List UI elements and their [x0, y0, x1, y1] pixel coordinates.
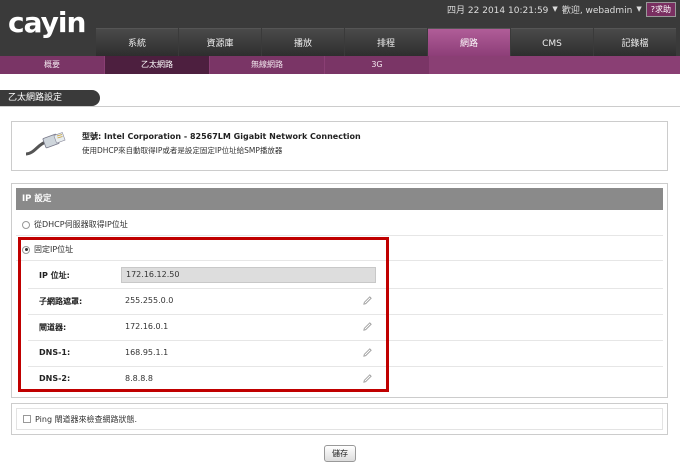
- page-title: 乙太網路設定: [0, 90, 100, 106]
- dns1-label: DNS-1:: [39, 348, 71, 357]
- subtab-ethernet[interactable]: 乙太網路: [105, 56, 209, 74]
- top-header: cayin 四月 22 2014 10:21:59 ▼ 歡迎, webadmin…: [0, 0, 680, 56]
- ip-address-row: IP 位址: 172.16.12.50: [28, 263, 663, 289]
- help-button[interactable]: ?求助: [645, 1, 676, 17]
- pencil-icon[interactable]: [362, 347, 373, 358]
- tab-cms[interactable]: CMS: [511, 28, 593, 56]
- device-info-panel: 型號: Intel Corporation - 82567LM Gigabit …: [11, 121, 668, 171]
- ip-settings-header: IP 設定: [16, 188, 663, 210]
- ping-option-panel: Ping 閘道器來檢查網路狀態.: [11, 403, 668, 435]
- dns2-value: 8.8.8.8: [125, 374, 153, 383]
- ip-address-label: IP 位址:: [39, 271, 70, 280]
- dhcp-option-label: 從DHCP伺服器取得IP位址: [34, 220, 128, 229]
- tab-schedule[interactable]: 排程: [345, 28, 427, 56]
- ethernet-cable-icon: [25, 132, 66, 156]
- top-status-bar: 四月 22 2014 10:21:59 ▼ 歡迎, webadmin ▼ ?求助: [447, 1, 676, 17]
- model-description: 使用DHCP來自動取得IP或者是設定固定IP位址給SMP播放器: [82, 146, 283, 155]
- welcome-user[interactable]: 歡迎, webadmin: [562, 3, 633, 16]
- dns2-label: DNS-2:: [39, 374, 71, 383]
- sub-navigation: 概要 乙太網路 無線網路 3G: [0, 56, 680, 74]
- subnet-mask-label: 子網路遮罩:: [39, 297, 83, 306]
- main-tabs: 系統 資源庫 播放 排程 網路 CMS 記錄檔: [96, 28, 680, 56]
- user-dropdown-icon[interactable]: ▼: [636, 5, 641, 13]
- static-option-row[interactable]: 固定IP位址: [16, 239, 663, 261]
- pencil-icon[interactable]: [362, 321, 373, 332]
- gateway-value: 172.16.0.1: [125, 322, 169, 331]
- title-divider: [0, 106, 680, 107]
- gateway-row: 閘道器: 172.16.0.1: [28, 315, 663, 341]
- model-label: 型號:: [82, 132, 102, 141]
- static-option-label: 固定IP位址: [34, 245, 74, 254]
- datetime-display: 四月 22 2014 10:21:59: [447, 5, 549, 16]
- dhcp-option-row[interactable]: 從DHCP伺服器取得IP位址: [16, 214, 663, 236]
- static-ip-radio[interactable]: [22, 245, 30, 254]
- logo-text: cayin: [8, 6, 86, 39]
- dns2-row: DNS-2: 8.8.8.8: [28, 367, 663, 393]
- pencil-icon[interactable]: [362, 295, 373, 306]
- model-value: Intel Corporation - 82567LM Gigabit Netw…: [104, 132, 361, 141]
- tab-network[interactable]: 網路: [428, 28, 510, 56]
- tab-logs[interactable]: 記錄檔: [594, 28, 676, 56]
- subtab-3g[interactable]: 3G: [325, 56, 429, 74]
- gateway-label: 閘道器:: [39, 323, 67, 332]
- subtab-overview[interactable]: 概要: [0, 56, 104, 74]
- dhcp-radio[interactable]: [22, 220, 30, 229]
- model-info: 型號: Intel Corporation - 82567LM Gigabit …: [82, 131, 361, 142]
- subnet-mask-value: 255.255.0.0: [125, 296, 174, 305]
- ping-option-label: Ping 閘道器來檢查網路狀態.: [35, 414, 138, 424]
- ip-settings-panel: IP 設定 從DHCP伺服器取得IP位址 固定IP位址 IP 位址: 172.1…: [11, 183, 668, 398]
- pencil-icon[interactable]: [362, 373, 373, 384]
- dns1-row: DNS-1: 168.95.1.1: [28, 341, 663, 367]
- tab-system[interactable]: 系統: [96, 28, 178, 56]
- cayin-logo: cayin: [8, 6, 86, 39]
- ping-checkbox[interactable]: [23, 415, 31, 423]
- ping-option-row[interactable]: Ping 閘道器來檢查網路狀態.: [16, 408, 663, 430]
- tab-library[interactable]: 資源庫: [179, 28, 261, 56]
- save-button[interactable]: 儲存: [324, 445, 356, 462]
- tab-playback[interactable]: 播放: [262, 28, 344, 56]
- dns1-value: 168.95.1.1: [125, 348, 169, 357]
- ip-address-input[interactable]: 172.16.12.50: [121, 267, 376, 283]
- subnet-mask-row: 子網路遮罩: 255.255.0.0: [28, 289, 663, 315]
- datetime-dropdown-icon[interactable]: ▼: [552, 5, 557, 13]
- subtab-wireless[interactable]: 無線網路: [210, 56, 324, 74]
